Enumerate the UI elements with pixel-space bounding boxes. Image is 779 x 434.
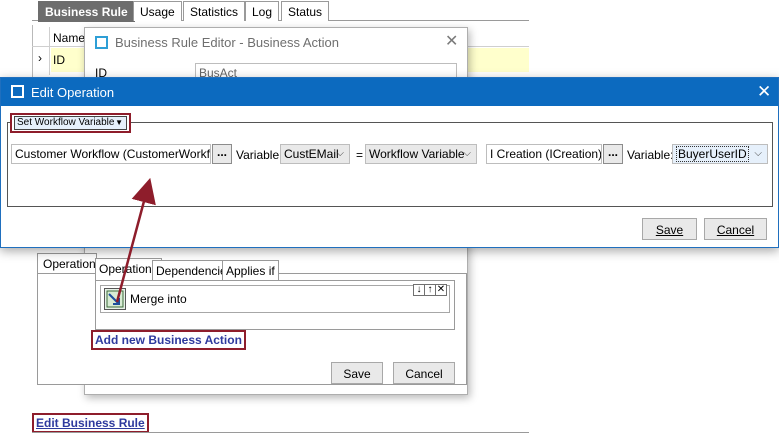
annotation-arrow <box>115 177 156 303</box>
